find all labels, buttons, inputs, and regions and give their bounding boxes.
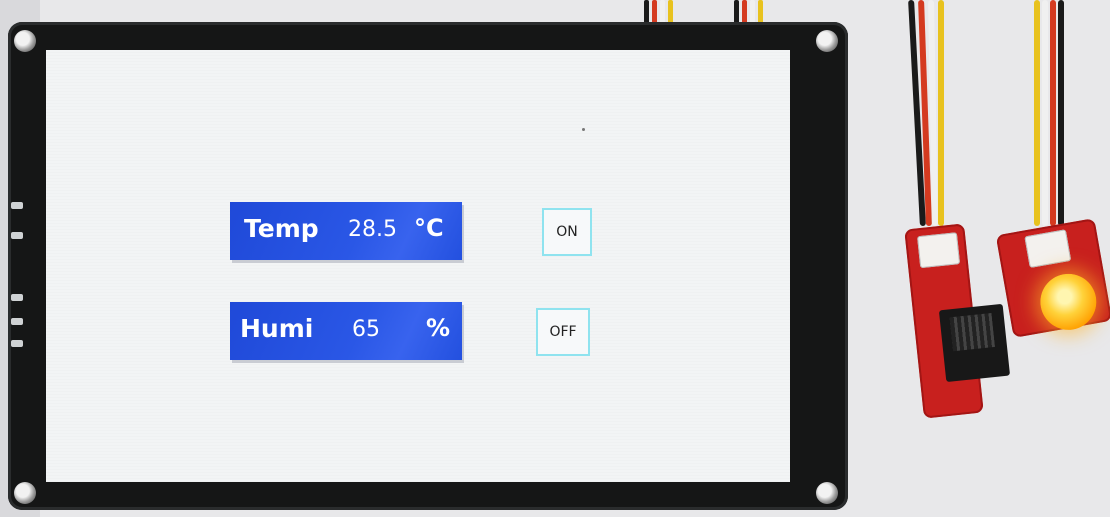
- humidity-label: Humi: [240, 314, 314, 343]
- screw-icon: [816, 482, 838, 504]
- temperature-value: 28.5: [348, 217, 397, 242]
- led-light-icon: [1035, 269, 1101, 335]
- humidity-sensor-board: [904, 223, 1011, 419]
- humidity-unit: %: [426, 314, 451, 342]
- touch-screen: Temp 28.5 °C Humi 65 % ON OFF: [46, 50, 790, 482]
- led-module-board: [995, 218, 1110, 338]
- side-port: [11, 318, 23, 325]
- side-port: [11, 232, 23, 239]
- temperature-humidity-sensor-icon: [938, 303, 1011, 383]
- temperature-unit: °C: [414, 214, 444, 242]
- side-port: [11, 340, 23, 347]
- on-button[interactable]: ON: [542, 208, 592, 256]
- lcd-display-device: Temp 28.5 °C Humi 65 % ON OFF: [8, 22, 848, 510]
- off-button[interactable]: OFF: [536, 308, 590, 356]
- screw-icon: [816, 30, 838, 52]
- screen-dust-speck: [582, 128, 585, 131]
- side-port: [11, 294, 23, 301]
- temperature-readout: Temp 28.5 °C: [230, 202, 462, 260]
- side-port: [11, 202, 23, 209]
- temperature-label: Temp: [244, 214, 319, 243]
- screw-icon: [14, 482, 36, 504]
- led-connector: [1024, 229, 1072, 269]
- sensor-connector: [917, 232, 961, 269]
- screw-icon: [14, 30, 36, 52]
- humidity-readout: Humi 65 %: [230, 302, 462, 360]
- humidity-value: 65: [352, 317, 380, 342]
